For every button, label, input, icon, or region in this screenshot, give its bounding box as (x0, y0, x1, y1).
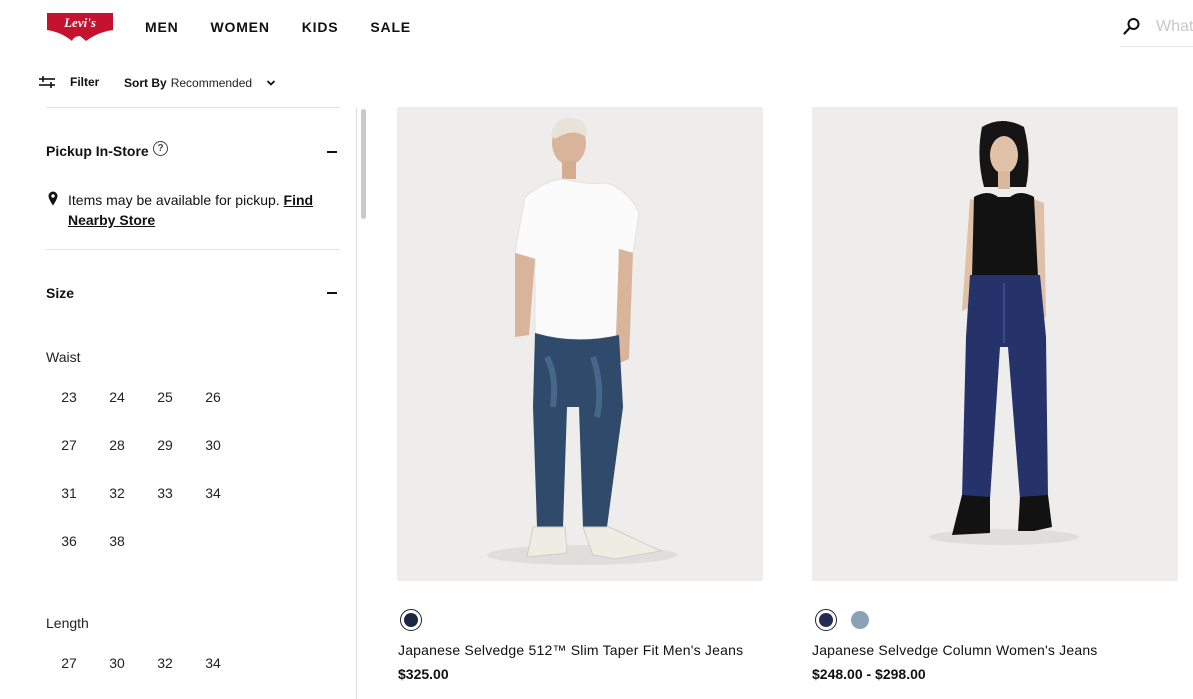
product-image[interactable] (397, 107, 763, 581)
waist-option[interactable]: 25 (145, 382, 185, 412)
product-name[interactable]: Japanese Selvedge Column Women's Jeans (812, 642, 1098, 658)
search-input[interactable] (1156, 16, 1193, 38)
filter-button[interactable]: Filter (38, 74, 99, 90)
pickup-title: Pickup In-Store (46, 143, 149, 159)
product-price: $325.00 (398, 666, 449, 682)
levis-logo[interactable]: Levi's (46, 12, 114, 42)
male-model-image (397, 107, 763, 581)
nav-women[interactable]: WOMEN (211, 19, 270, 35)
waist-label: Waist (46, 349, 81, 365)
search-icon[interactable] (1123, 17, 1141, 35)
length-option[interactable]: 34 (193, 648, 233, 678)
chevron-down-icon (266, 80, 276, 86)
waist-option[interactable]: 33 (145, 478, 185, 508)
length-option[interactable]: 27 (49, 648, 89, 678)
divider (46, 249, 340, 250)
sort-dropdown[interactable]: Sort By Recommended (124, 76, 276, 90)
waist-option[interactable]: 34 (193, 478, 233, 508)
product-image[interactable] (812, 107, 1178, 581)
pickup-text: Items may be available for pickup. Find … (68, 190, 338, 230)
help-icon[interactable]: ? (153, 141, 168, 156)
waist-option[interactable]: 26 (193, 382, 233, 412)
product-name[interactable]: Japanese Selvedge 512™ Slim Taper Fit Me… (398, 642, 743, 658)
collapse-size-icon[interactable] (327, 292, 337, 294)
nav-kids[interactable]: KIDS (302, 19, 339, 35)
filter-sidebar: Pickup In-Store ? Items may be available… (0, 107, 370, 699)
toolbar: Filter Sort By Recommended (0, 70, 400, 98)
waist-option[interactable]: 24 (97, 382, 137, 412)
pickup-message: Items may be available for pickup. (68, 192, 284, 208)
sort-value: Recommended (170, 76, 253, 90)
nav-sale[interactable]: SALE (370, 19, 411, 35)
length-option[interactable]: 30 (97, 648, 137, 678)
search-bar (1120, 10, 1193, 47)
swatch-color (851, 611, 869, 629)
sidebar-scrollbar[interactable] (356, 107, 371, 699)
waist-option[interactable]: 27 (49, 430, 89, 460)
main-nav: MEN WOMEN KIDS SALE (145, 19, 443, 35)
size-title: Size (46, 285, 75, 301)
waist-option[interactable]: 31 (49, 478, 89, 508)
nav-men[interactable]: MEN (145, 19, 179, 35)
svg-text:Levi's: Levi's (63, 15, 96, 30)
collapse-pickup-icon[interactable] (327, 151, 337, 153)
swatch-color (404, 613, 418, 627)
divider (46, 107, 340, 108)
waist-option[interactable]: 36 (49, 526, 89, 556)
waist-option[interactable]: 29 (145, 430, 185, 460)
waist-option[interactable]: 38 (97, 526, 137, 556)
swatch-color (819, 613, 833, 627)
color-swatch[interactable] (849, 609, 871, 631)
scrollbar-thumb[interactable] (361, 109, 366, 219)
color-swatch[interactable] (815, 609, 837, 631)
waist-option[interactable]: 32 (97, 478, 137, 508)
waist-option[interactable]: 30 (193, 430, 233, 460)
color-swatch[interactable] (400, 609, 422, 631)
filter-icon (39, 76, 55, 88)
length-option[interactable]: 32 (145, 648, 185, 678)
product-price: $248.00 - $298.00 (812, 666, 926, 682)
female-model-image (812, 107, 1178, 581)
sort-key: Sort By (124, 76, 167, 90)
filter-label: Filter (70, 75, 100, 89)
waist-option[interactable]: 28 (97, 430, 137, 460)
waist-option[interactable]: 23 (49, 382, 89, 412)
site-header: Levi's MEN WOMEN KIDS SALE (0, 0, 1193, 56)
location-pin-icon (48, 191, 58, 206)
length-label: Length (46, 615, 89, 631)
